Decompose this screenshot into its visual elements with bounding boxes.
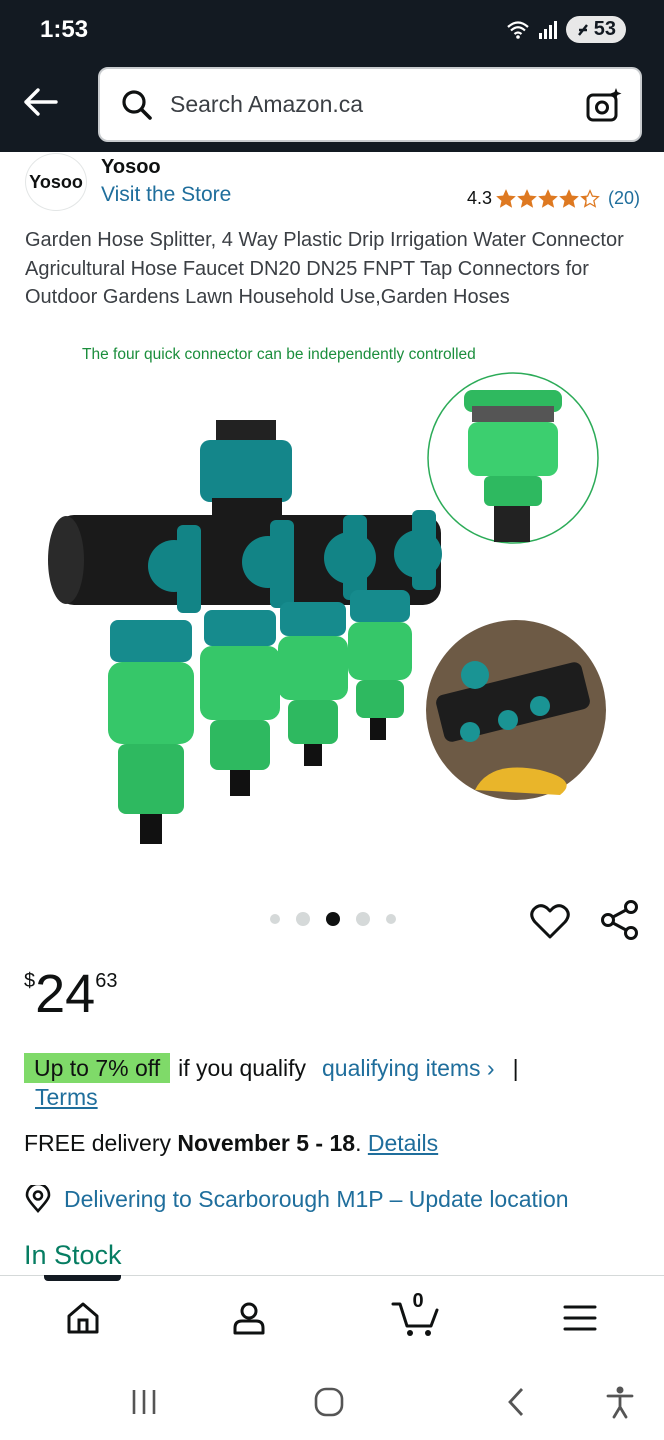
search-icon (120, 87, 156, 123)
home-circle-icon (314, 1387, 344, 1417)
promo-text: if you qualify (178, 1054, 307, 1081)
home-system-button[interactable] (309, 1382, 349, 1422)
terms-link[interactable]: Terms (35, 1084, 98, 1111)
price-currency: $ (24, 970, 36, 992)
carousel-dot[interactable] (270, 914, 280, 924)
rating-count-link[interactable]: (20) (608, 188, 640, 209)
carousel-dot[interactable] (386, 914, 396, 924)
back-button[interactable] (18, 80, 62, 124)
wishlist-button[interactable] (528, 900, 572, 944)
bottom-nav: 0 (0, 1275, 664, 1361)
status-icons: 53 (506, 16, 626, 43)
delivery-prefix: FREE delivery (24, 1130, 171, 1156)
image-caption: The four quick connector can be independ… (82, 346, 476, 363)
star-icon (517, 188, 537, 208)
search-bar[interactable]: Search Amazon.ca (98, 67, 642, 142)
active-tab-indicator (44, 1275, 121, 1281)
price-whole: 24 (35, 964, 96, 1024)
back-system-button[interactable] (496, 1382, 536, 1422)
brand-name: Yosoo (101, 156, 161, 178)
search-input[interactable]: Search Amazon.ca (170, 91, 584, 118)
battery-level: 53 (593, 18, 616, 40)
nav-cart[interactable]: 0 (390, 1290, 442, 1340)
location-pin-icon (25, 1185, 51, 1213)
delivery-details-link[interactable]: Details (368, 1130, 438, 1156)
status-time: 1:53 (40, 16, 89, 43)
carousel-dot[interactable] (296, 912, 310, 926)
promo-badge: Up to 7% off (24, 1053, 171, 1083)
home-icon (67, 1302, 99, 1334)
delivery-period: . (355, 1130, 362, 1156)
star-rating (496, 188, 600, 209)
star-icon (538, 188, 558, 208)
rating-summary[interactable]: 4.3 (20) (467, 188, 640, 209)
battery-indicator: 53 (565, 16, 626, 43)
visit-store-link[interactable]: Visit the Store (101, 183, 231, 207)
carousel-dot[interactable] (326, 912, 340, 926)
image-carousel-dots (270, 912, 396, 926)
top-bar: 1:53 53 Search Amazon.ca (0, 0, 664, 152)
arrow-left-icon (24, 88, 58, 116)
price: $ 24 63 (24, 960, 117, 1028)
star-icon (580, 188, 600, 208)
heart-icon (530, 904, 570, 939)
delivery-info: FREE delivery November 5 - 18. Details (24, 1130, 438, 1157)
nav-home[interactable] (61, 1296, 105, 1340)
stock-status: In Stock (24, 1240, 122, 1270)
chevron-left-icon (508, 1388, 524, 1416)
star-icon (496, 188, 516, 208)
account-icon (233, 1302, 265, 1335)
promo-row: Up to 7% off if you qualify qualifying i… (24, 1053, 519, 1083)
wifi-icon (507, 20, 529, 39)
accessibility-icon (606, 1386, 634, 1419)
product-title: Garden Hose Splitter, 4 Way Plastic Drip… (25, 229, 624, 308)
promo-separator: | (512, 1054, 519, 1081)
nav-menu[interactable] (558, 1296, 602, 1340)
product-image[interactable]: The four quick connector can be independ… (20, 340, 644, 880)
menu-icon (563, 1305, 597, 1331)
recent-apps-icon (132, 1390, 156, 1414)
recent-apps-button[interactable] (124, 1382, 164, 1422)
signal-icon (538, 20, 557, 39)
brand-logo[interactable]: Yosoo (25, 153, 87, 211)
cart-count: 0 (412, 1290, 424, 1312)
share-icon (601, 900, 638, 940)
carousel-dot[interactable] (356, 912, 370, 926)
hose-splitter-illustration (48, 372, 606, 844)
delivery-dates: November 5 - 18 (177, 1130, 356, 1156)
battery-saver-icon (577, 23, 588, 36)
rating-value: 4.3 (466, 188, 492, 208)
camera-search-icon[interactable] (584, 85, 624, 125)
brand-logo-text: Yosoo (29, 171, 83, 192)
star-icon (559, 188, 579, 208)
location-text: Delivering to Scarborough M1P – Update l… (64, 1185, 569, 1212)
accessibility-button[interactable] (600, 1382, 640, 1422)
nav-account[interactable] (227, 1296, 271, 1340)
update-location-link[interactable]: Delivering to Scarborough M1P – Update l… (24, 1185, 569, 1213)
system-nav-bar (0, 1362, 664, 1440)
price-fraction: 63 (95, 970, 118, 992)
qualifying-items-link[interactable]: qualifying items › (322, 1055, 495, 1082)
share-button[interactable] (598, 898, 642, 942)
